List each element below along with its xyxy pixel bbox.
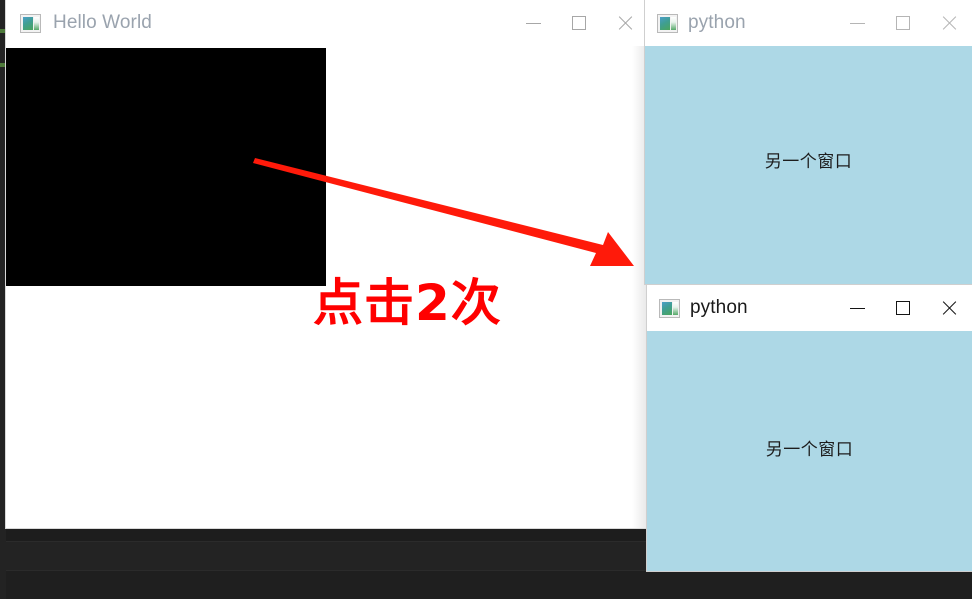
gutter-change-marker bbox=[0, 29, 5, 33]
python-1-controls bbox=[834, 0, 972, 46]
close-button[interactable] bbox=[926, 285, 972, 331]
maximize-icon bbox=[572, 16, 586, 30]
python-1-title: python bbox=[688, 12, 746, 33]
python-2-client-area[interactable]: 另一个窗口 bbox=[647, 331, 972, 571]
python-2-label: 另一个窗口 bbox=[765, 439, 854, 460]
maximize-button[interactable] bbox=[556, 0, 602, 46]
window-python-1[interactable]: python 另一个窗口 bbox=[645, 0, 972, 284]
python-1-client-area[interactable]: 另一个窗口 bbox=[645, 46, 972, 284]
minimize-icon bbox=[849, 307, 865, 309]
maximize-icon bbox=[896, 16, 910, 30]
python-2-controls bbox=[834, 285, 972, 331]
minimize-icon bbox=[849, 22, 865, 24]
python-1-label: 另一个窗口 bbox=[764, 151, 853, 172]
maximize-button[interactable] bbox=[880, 0, 926, 46]
minimize-button[interactable] bbox=[510, 0, 556, 46]
maximize-icon bbox=[896, 301, 910, 315]
main-window-title: Hello World bbox=[53, 12, 152, 33]
maximize-button[interactable] bbox=[880, 285, 926, 331]
close-icon bbox=[940, 299, 958, 317]
gutter-change-marker bbox=[0, 63, 5, 67]
minimize-icon bbox=[525, 22, 541, 24]
minimize-button[interactable] bbox=[834, 285, 880, 331]
main-window-titlebar[interactable]: Hello World bbox=[6, 0, 648, 46]
close-button[interactable] bbox=[602, 0, 648, 46]
close-icon bbox=[616, 14, 634, 32]
python-2-title: python bbox=[690, 297, 748, 318]
main-window-controls bbox=[510, 0, 648, 46]
python-app-icon bbox=[20, 13, 41, 33]
python-2-titlebar[interactable]: python bbox=[647, 285, 972, 331]
black-canvas[interactable] bbox=[6, 48, 326, 286]
python-1-titlebar[interactable]: python bbox=[645, 0, 972, 46]
window-python-2[interactable]: python 另一个窗口 bbox=[647, 285, 972, 571]
desktop-band bbox=[0, 571, 972, 599]
python-app-icon bbox=[659, 298, 680, 318]
minimize-button[interactable] bbox=[834, 0, 880, 46]
close-icon bbox=[940, 14, 958, 32]
python-app-icon bbox=[657, 13, 678, 33]
close-button[interactable] bbox=[926, 0, 972, 46]
main-window-client-area[interactable] bbox=[6, 46, 648, 528]
window-hello-world[interactable]: Hello World bbox=[6, 0, 648, 528]
